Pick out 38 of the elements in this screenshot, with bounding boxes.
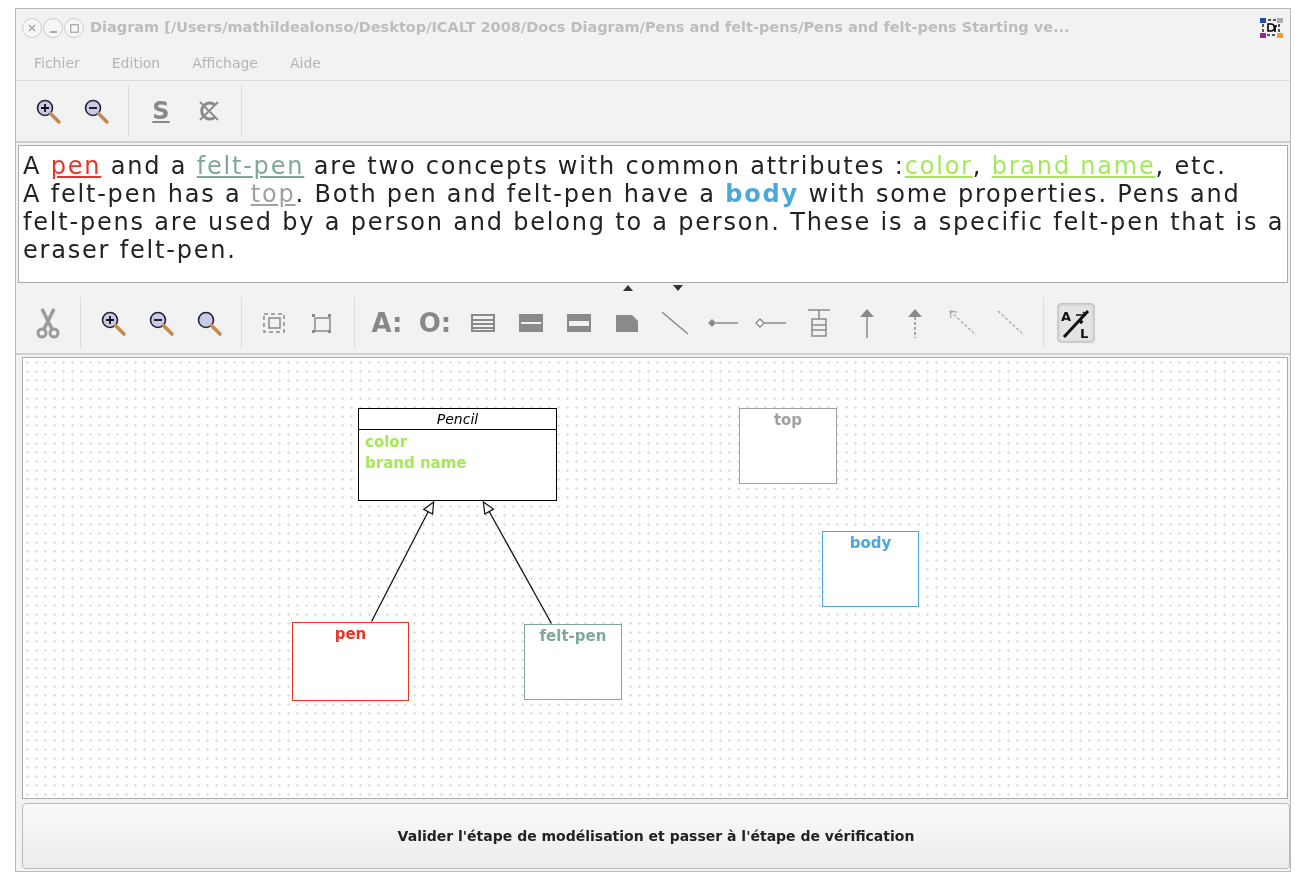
close-button[interactable] <box>22 18 42 38</box>
zoom-out-icon <box>82 97 110 125</box>
term-link[interactable]: pen <box>50 152 102 180</box>
concept-name: top <box>772 411 804 429</box>
term-link[interactable]: brand name <box>991 152 1156 180</box>
line-icon <box>659 309 691 337</box>
maximize-icon <box>69 23 79 33</box>
minimize-button[interactable] <box>43 18 63 38</box>
app-logo-icon <box>1258 16 1284 40</box>
zoom-in-icon <box>99 309 127 337</box>
collapse-up-icon <box>623 285 633 291</box>
expand-down-icon <box>673 285 683 291</box>
term-link[interactable]: felt-pen <box>196 152 305 180</box>
attribute-name: brand name <box>364 453 468 474</box>
concept-name: felt-pen <box>538 627 608 645</box>
zoom-in-icon <box>34 97 62 125</box>
object-tool-button[interactable]: O: <box>416 303 454 343</box>
minimize-icon <box>49 31 57 33</box>
concept-name: pen <box>333 625 368 643</box>
validate-button[interactable]: Valider l'étape de modélisation et passer à l'étape de vérification <box>22 803 1290 869</box>
underline-button[interactable]: S <box>142 91 180 131</box>
maximize-button[interactable] <box>64 18 84 38</box>
term-link[interactable]: top <box>250 180 296 208</box>
term-link[interactable]: color <box>904 152 973 180</box>
attribute-name: color <box>364 432 409 453</box>
term-link[interactable]: body <box>725 180 799 208</box>
class-name: Pencil <box>359 409 556 430</box>
attribute-tool-button[interactable]: A: <box>368 303 406 343</box>
zoom-fit-icon <box>195 309 223 337</box>
zoom-out-icon <box>147 309 175 337</box>
concept-name: body <box>848 534 893 552</box>
dashed-inheritance-icon <box>905 307 925 339</box>
filled-diamond-link-icon <box>706 316 740 330</box>
hollow-diamond-link-icon <box>754 316 788 330</box>
inheritance-arrow-icon <box>857 307 877 339</box>
close-icon <box>28 24 36 32</box>
cut-icon <box>34 307 62 339</box>
description-text: A pen and a felt-pen are two concepts with common attributes :color, brand name, etc. A felt-pen has a top. Both pen and felt-pen have a body with some properties. Pens and felt-pens are used by a person and belong to a person. These is a specific felt-pen that is a eraser felt-pen. <box>23 152 1283 264</box>
